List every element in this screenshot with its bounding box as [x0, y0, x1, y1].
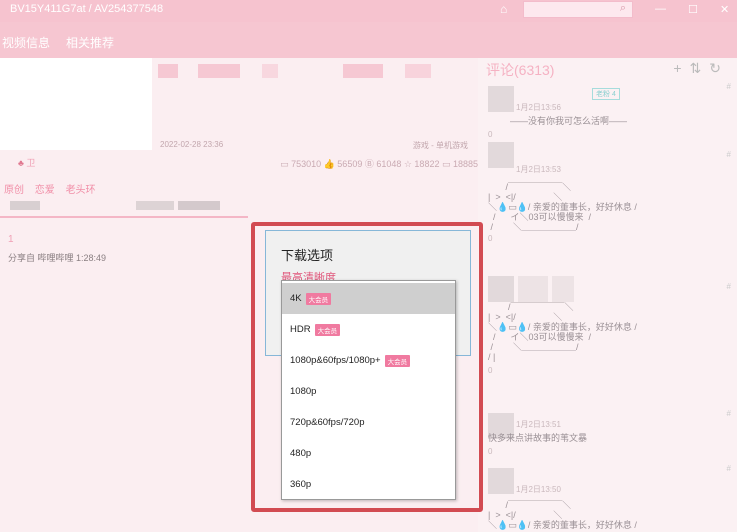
comment-text: /￣￣￣￣￣￣＼ | > <|/ ＼ ＼💧▭💧/ 亲爱的董事长，好好休息 /	[488, 500, 637, 530]
title-redacted-block	[158, 64, 178, 78]
share-info: 分享自 哔哩哔哩 1:28:49	[8, 253, 107, 263]
tab-related[interactable]: 相关推荐	[66, 34, 114, 51]
title-redacted-block	[198, 64, 240, 78]
uploader-avatar-icon: ♣	[18, 158, 24, 168]
tag-item[interactable]: 恋爱	[35, 185, 55, 196]
more-icon[interactable]: #	[727, 464, 731, 473]
redacted-block	[10, 201, 40, 210]
highlight-box	[251, 222, 483, 512]
window-title: BV15Y411G7at / AV254377548	[10, 3, 164, 15]
title-redacted-block	[262, 64, 278, 78]
uploader-name[interactable]: ♣ 卫	[18, 156, 35, 169]
like-count[interactable]: 0	[488, 130, 492, 139]
part-index: 1	[8, 234, 14, 245]
comment-text: /￣￣￣￣￣￣＼ | > <|/ ＼ ＼💧▭💧/ 亲爱的董事长，好好休息 / /…	[488, 302, 637, 362]
avatar[interactable]	[488, 142, 514, 168]
title-redacted-block	[405, 64, 431, 78]
redacted-block	[136, 201, 174, 210]
title-bar: BV15Y411G7at / AV254377548 ⌂ ⌕ — ☐ ✕	[0, 0, 737, 22]
username-redacted	[552, 276, 574, 302]
avatar[interactable]	[488, 86, 514, 112]
maximize-button[interactable]: ☐	[688, 3, 698, 16]
search-input[interactable]: ⌕	[523, 1, 633, 18]
tag-item[interactable]: 老头环	[66, 185, 96, 196]
comment-toolbar: +⇅↻	[673, 60, 729, 77]
like-count[interactable]: 0	[488, 366, 492, 375]
tag-item[interactable]: 原创	[4, 185, 24, 196]
more-icon[interactable]: #	[727, 409, 731, 418]
comments-panel: 评论(6313) +⇅↻ 1月2日13:56 老粉 4 # ——没有你我可怎么活…	[478, 58, 737, 532]
close-button[interactable]: ✕	[720, 3, 729, 16]
refresh-icon[interactable]: ↻	[709, 60, 729, 76]
section-divider	[0, 216, 248, 218]
home-icon[interactable]: ⌂	[500, 2, 507, 16]
video-category: 游戏 - 单机游戏	[412, 141, 468, 150]
plus-icon[interactable]: +	[673, 60, 689, 76]
upload-date: 2022-02-28 23:36	[160, 140, 224, 149]
like-count[interactable]: 0	[488, 234, 492, 243]
search-icon[interactable]: ⌕	[620, 2, 626, 15]
comment-time: 1月2日13:56	[516, 103, 561, 112]
comment-time: 1月2日13:53	[516, 165, 561, 174]
comment-text: ——没有你我可怎么活啊——	[510, 116, 628, 126]
comment-time: 1月2日13:51	[516, 420, 561, 429]
redacted-block	[178, 201, 220, 210]
more-icon[interactable]: #	[727, 282, 731, 291]
comment-time: 1月2日13:50	[516, 485, 561, 494]
sort-icon[interactable]: ⇅	[690, 60, 710, 76]
tab-bar: 视频信息 相关推荐	[0, 22, 737, 58]
minimize-button[interactable]: —	[655, 3, 666, 15]
avatar[interactable]	[488, 468, 514, 494]
like-count[interactable]: 0	[488, 447, 492, 456]
username-redacted	[518, 276, 548, 302]
video-stats: ▭ 753010 👍 56509 Ⓑ 61048 ☆ 18822 ▭ 18885	[280, 159, 478, 169]
comments-title: 评论(6313)	[486, 62, 555, 78]
comment-text: /￣￣￣￣￣￣＼ | > <|/ ＼ ＼💧▭💧/ 亲爱的董事长，好好休息 / /…	[488, 182, 637, 232]
tag-list: 原创 恋爱 老头环	[4, 181, 104, 196]
comment-text: 快多来点讲故事的苇文暴	[488, 433, 588, 443]
fan-badge: 老粉 4	[592, 88, 620, 100]
video-thumbnail[interactable]	[0, 58, 152, 150]
more-icon[interactable]: #	[727, 150, 731, 159]
tab-video-info[interactable]: 视频信息	[2, 34, 50, 51]
avatar[interactable]	[488, 276, 514, 302]
title-redacted-block	[343, 64, 383, 78]
more-icon[interactable]: #	[727, 82, 731, 91]
